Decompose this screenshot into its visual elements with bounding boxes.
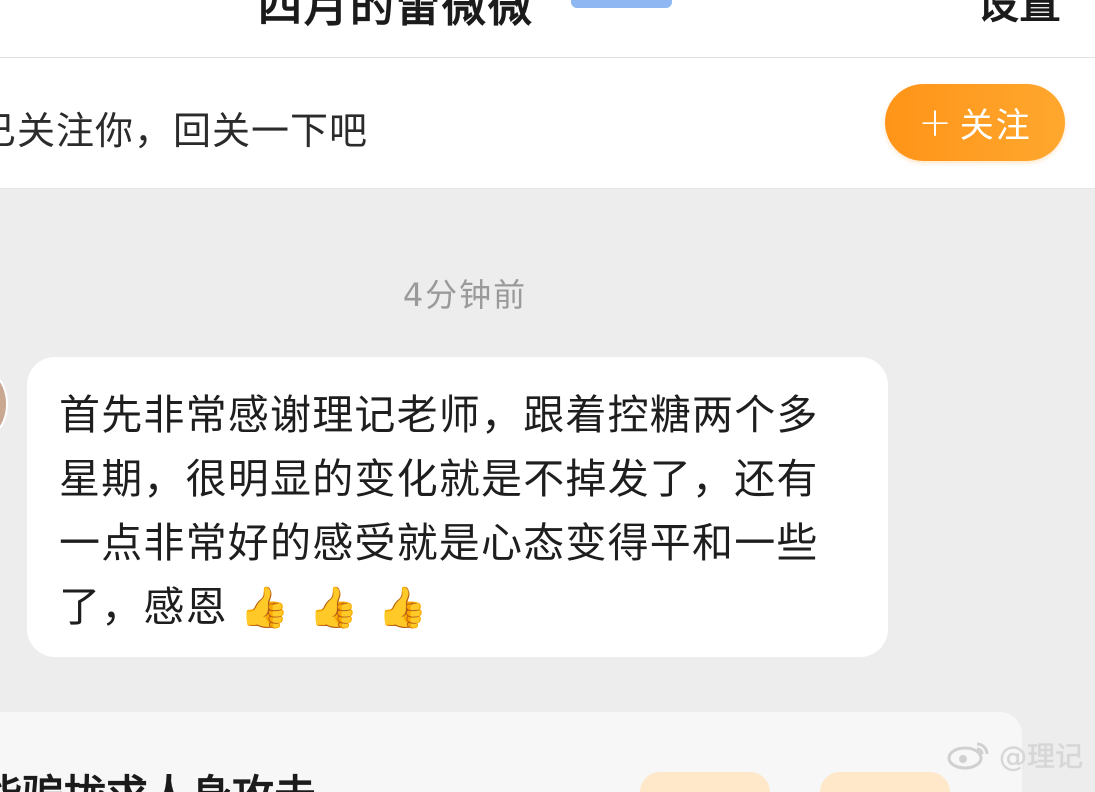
follow-back-bar: 已关注你，回关一下吧 + 关注 [0,58,1095,189]
chat-header: 四月的雷微微 设置 [0,0,1095,58]
message-bubble[interactable]: 首先非常感谢理记老师，跟着控糖两个多星期，很明显的变化就是不掉发了，还有一点非常… [27,357,888,657]
follow-back-text: 已关注你，回关一下吧 [0,109,369,153]
message-text: 首先非常感谢理记老师，跟着控糖两个多星期，很明显的变化就是不掉发了，还有一点非常… [59,383,849,640]
message-timestamp: 4分钟前 [402,276,528,314]
weibo-logo-icon [947,742,989,770]
plus-icon: + [918,99,954,146]
settings-button[interactable]: 设置 [977,0,1061,31]
watermark: @理记 [947,735,1083,775]
user-badge [571,0,672,8]
avatar[interactable] [0,370,8,438]
follow-button[interactable]: + 关注 [885,84,1065,161]
emoji-group: 👍 👍 👍 [240,575,447,640]
page-title: 四月的雷微微 [258,0,534,32]
tag-pill[interactable] [640,772,770,792]
thumbs-up-icon: 👍 [239,585,291,631]
thumbs-up-icon: 👍 [308,585,360,631]
tag-pill[interactable] [820,772,950,792]
thumbs-up-icon: 👍 [377,585,429,631]
follow-button-label: 关注 [959,106,1032,146]
watermark-text: @理记 [998,740,1083,773]
bottom-card[interactable]: 能骗拢求人身攻击 [0,712,1022,792]
bottom-card-title: 能骗拢求人身攻击 [0,762,316,792]
